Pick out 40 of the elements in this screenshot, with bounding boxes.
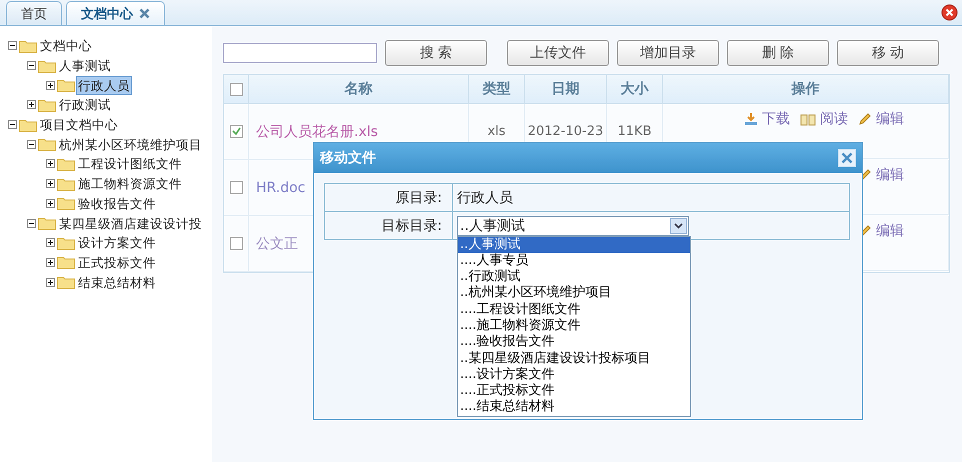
action-link[interactable]: 阅读 [800,110,848,128]
tree-item[interactable]: 某四星级酒店建设设计投 [57,214,204,233]
toolbar-button[interactable]: 增加目录 [617,40,719,66]
tree-item[interactable]: 施工物料资源文件 [76,174,184,194]
tree-item[interactable]: 行政测试 [57,95,113,114]
table-cell: 2012-10-23 [528,124,604,139]
tab-label: 文档中心 [81,6,133,22]
tree-item[interactable]: 项目文档中心 [38,115,120,134]
action-link[interactable]: 编辑 [858,110,904,128]
tree-item[interactable]: 设计方案文件 [76,233,158,252]
table-cell: xls [487,124,506,139]
tree-item[interactable]: 结束总结材料 [76,272,158,292]
tree-item[interactable]: 人事测试 [57,56,113,76]
column-header: 操作 [663,75,949,104]
field-value: 行政人员 [457,188,513,206]
tree-item[interactable]: 工程设计图纸文件 [76,154,184,174]
dropdown-option[interactable]: ..人事测试 [458,236,690,253]
column-header: 大小 [607,75,663,104]
tree-item[interactable]: 文档中心 [38,36,94,56]
toolbar-button[interactable]: 搜 索 [385,40,487,66]
table-cell: 11KB [618,124,652,139]
field-label: 目标目录: [381,216,442,234]
toolbar-button[interactable]: 上传文件 [507,40,609,66]
field-label: 原目录: [395,188,442,206]
tree-item[interactable]: 行政人员 [76,76,132,95]
action-link[interactable]: 下载 [744,110,790,128]
column-header: 类型 [469,75,525,104]
column-header: 日期 [525,75,607,104]
tree-item[interactable]: 杭州某小区环境维护项目 [57,134,204,154]
tab[interactable]: 首页 [6,1,62,25]
column-header: 名称 [249,75,469,104]
tab[interactable]: 文档中心 [66,1,165,25]
tree-item[interactable]: 验收报告文件 [76,194,158,213]
toolbar-button[interactable]: 移 动 [837,40,939,66]
file-name-link[interactable]: HR.doc [256,180,306,196]
dialog-title: 移动文件 [320,149,376,167]
tab-label: 首页 [21,6,47,22]
tree-item[interactable]: 正式投标文件 [76,252,158,272]
file-name-link[interactable]: 公司人员花名册.xls [256,122,378,140]
toolbar-button[interactable]: 删 除 [727,40,829,66]
